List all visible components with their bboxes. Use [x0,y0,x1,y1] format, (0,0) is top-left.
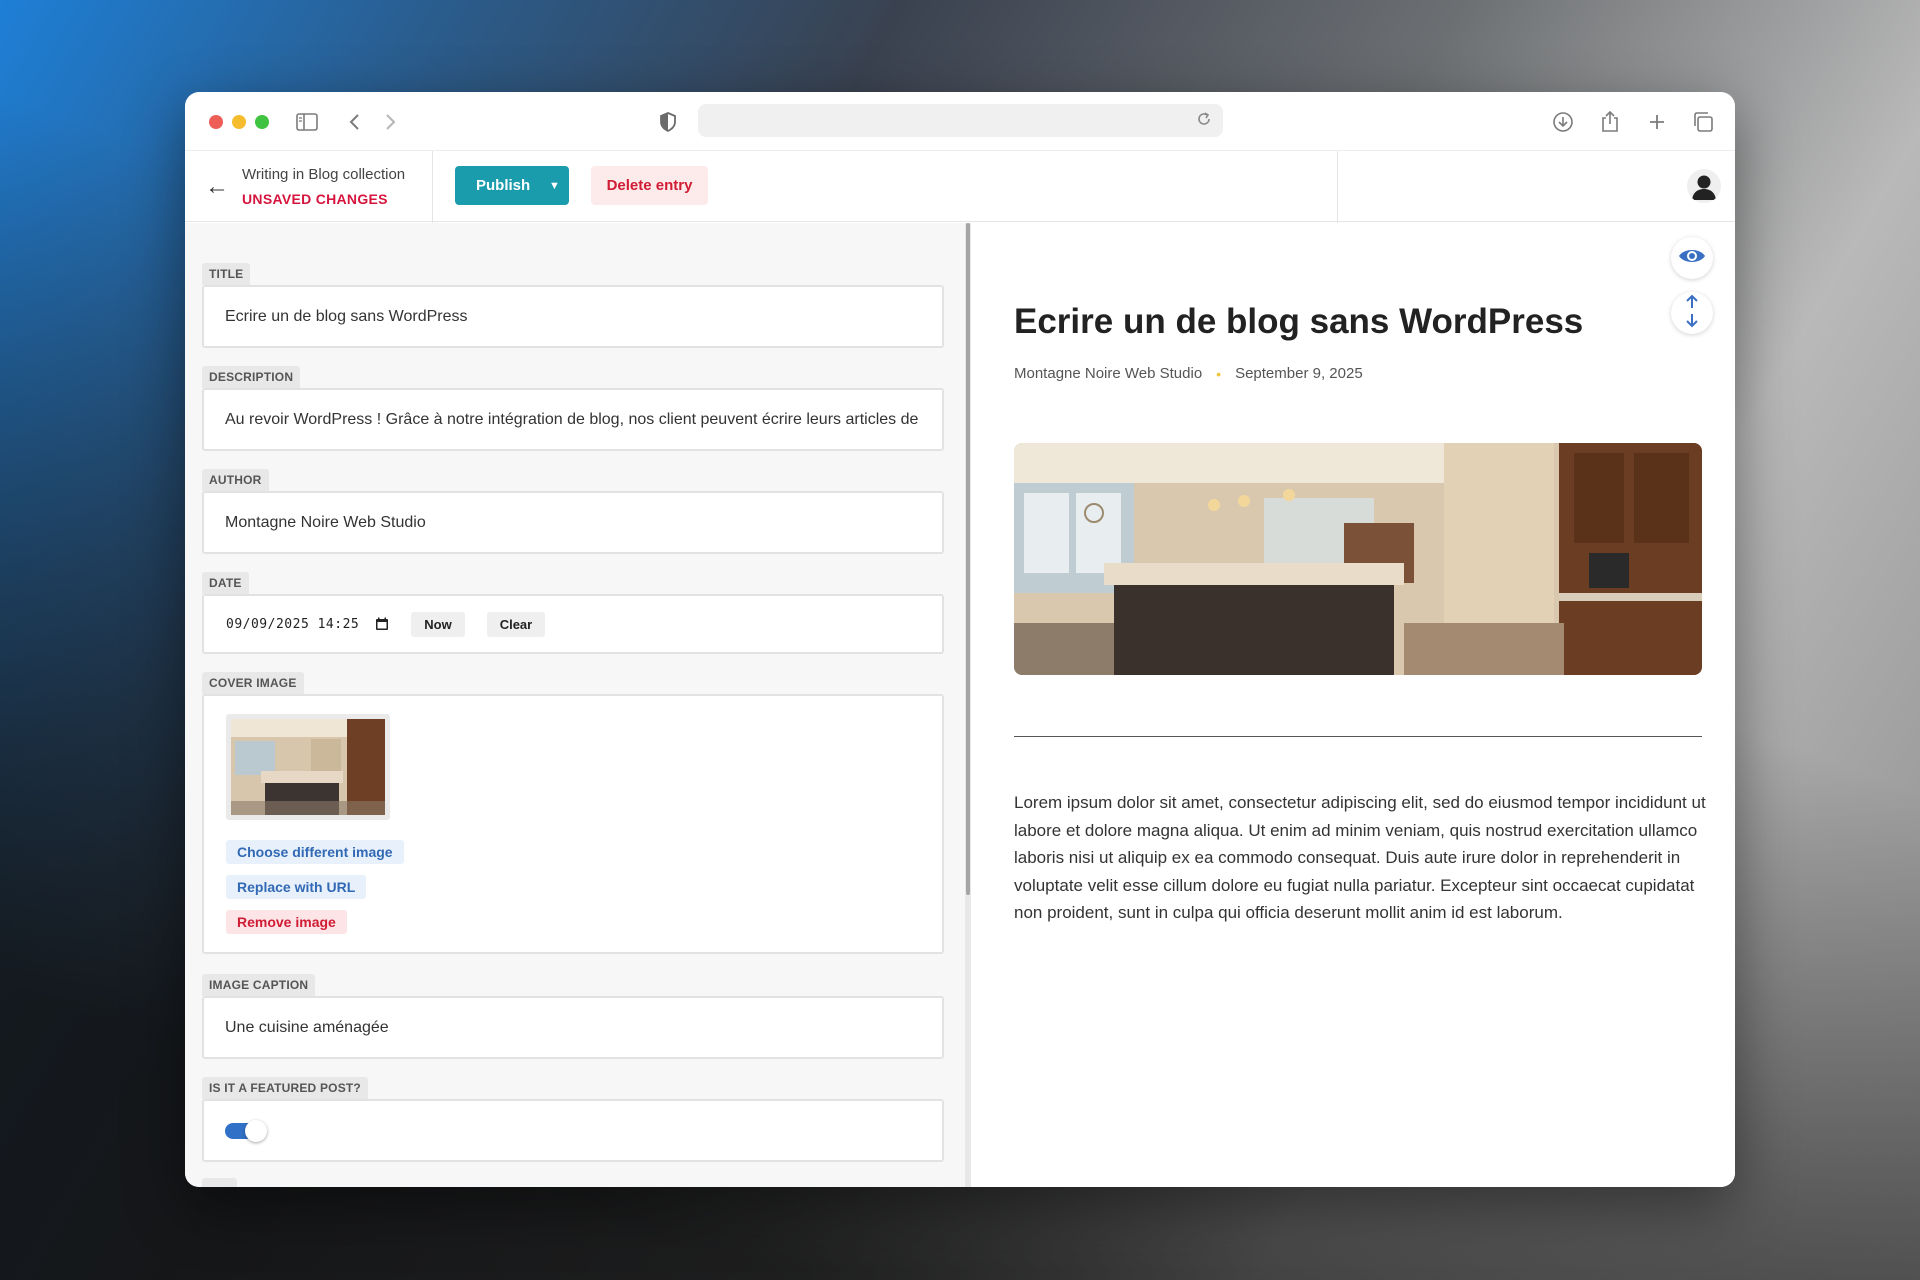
close-window-button[interactable] [209,115,223,129]
preview-divider [1014,736,1702,737]
publish-button[interactable]: Publish ▼ [455,166,569,205]
preview-cover-image [1014,443,1702,675]
forward-icon[interactable] [379,110,403,134]
body-label [202,1178,238,1187]
editor-pane: TITLE Ecrire un de blog sans WordPress D… [185,223,965,1187]
cover-image-box: Choose different image Replace with URL … [202,694,944,954]
replace-with-url-button[interactable]: Replace with URL [226,875,367,899]
featured-toggle[interactable] [225,1119,267,1142]
datetime-input[interactable]: 09/09/2025 14:25 [226,617,359,632]
browser-window: ← Writing in Blog collection UNSAVED CHA… [185,92,1735,1187]
date-field: DATE 09/09/2025 14:25 Now Clear [202,572,944,654]
window-controls [209,115,269,129]
unsaved-status: UNSAVED CHANGES [242,191,388,207]
preview-date: September 9, 2025 [1235,365,1363,382]
featured-field: IS IT A FEATURED POST? [202,1077,944,1162]
date-now-button[interactable]: Now [411,611,465,637]
body-field [202,1178,944,1187]
description-label: DESCRIPTION [202,366,301,388]
back-icon[interactable] [342,110,366,134]
date-clear-button[interactable]: Clear [486,611,546,637]
publish-label: Publish [476,177,531,194]
sidebar-icon[interactable] [295,110,319,134]
author-field: AUTHOR Montagne Noire Web Studio [202,469,944,554]
zoom-window-button[interactable] [255,115,269,129]
description-input[interactable]: Au revoir WordPress ! Grâce à notre inté… [202,388,944,451]
preview-author: Montagne Noire Web Studio [1014,365,1203,382]
date-label: DATE [202,572,249,594]
tabs-overview-icon[interactable] [1691,110,1715,134]
toggle-preview-button[interactable] [1671,237,1713,279]
shield-icon[interactable] [656,110,680,134]
image-caption-label: IMAGE CAPTION [202,974,316,996]
editor-header: ← Writing in Blog collection UNSAVED CHA… [185,150,1735,223]
author-label: AUTHOR [202,469,269,491]
calendar-icon[interactable] [375,617,389,631]
title-field: TITLE Ecrire un de blog sans WordPress [202,263,944,348]
cover-image-thumbnail[interactable] [226,714,390,820]
address-bar[interactable] [698,104,1223,137]
chevron-down-icon[interactable]: ▼ [540,180,569,192]
preview-meta: Montagne Noire Web Studio • September 9,… [1014,365,1363,382]
avatar[interactable] [1687,169,1721,203]
meta-bullet: • [1216,365,1222,382]
author-input[interactable]: Montagne Noire Web Studio [202,491,944,554]
description-field: DESCRIPTION Au revoir WordPress ! Grâce … [202,366,944,451]
image-caption-field: IMAGE CAPTION Une cuisine aménagée [202,974,944,1059]
header-divider [1337,151,1338,223]
featured-box [202,1099,944,1162]
image-caption-input[interactable]: Une cuisine aménagée [202,996,944,1059]
minimize-window-button[interactable] [232,115,246,129]
preview-title: Ecrire un de blog sans WordPress [1014,302,1584,341]
title-input[interactable]: Ecrire un de blog sans WordPress [202,285,944,348]
collection-label: Writing in Blog collection [242,166,406,183]
preview-pane: Ecrire un de blog sans WordPress Montagn… [971,223,1735,1187]
cover-image-field: COVER IMAGE Choose different image Repla… [202,672,944,954]
cover-image-label: COVER IMAGE [202,672,304,694]
featured-label: IS IT A FEATURED POST? [202,1077,368,1099]
header-divider [432,151,433,223]
sync-scroll-button[interactable] [1671,292,1713,334]
date-input-box: 09/09/2025 14:25 Now Clear [202,594,944,654]
editor-scrollbar[interactable] [966,223,970,895]
title-label: TITLE [202,263,251,285]
preview-body: Lorem ipsum dolor sit amet, consectetur … [1014,793,1706,922]
browser-toolbar [185,92,1735,150]
back-to-collection-icon[interactable]: ← [205,173,229,201]
share-icon[interactable] [1598,110,1622,134]
new-tab-icon[interactable] [1645,110,1669,134]
choose-different-image-button[interactable]: Choose different image [226,840,404,864]
delete-entry-button[interactable]: Delete entry [591,166,708,205]
reload-icon[interactable] [1195,110,1215,130]
eye-icon [1678,247,1706,270]
sync-scroll-icon [1684,294,1700,333]
remove-image-button[interactable]: Remove image [226,910,347,934]
download-icon[interactable] [1551,110,1575,134]
